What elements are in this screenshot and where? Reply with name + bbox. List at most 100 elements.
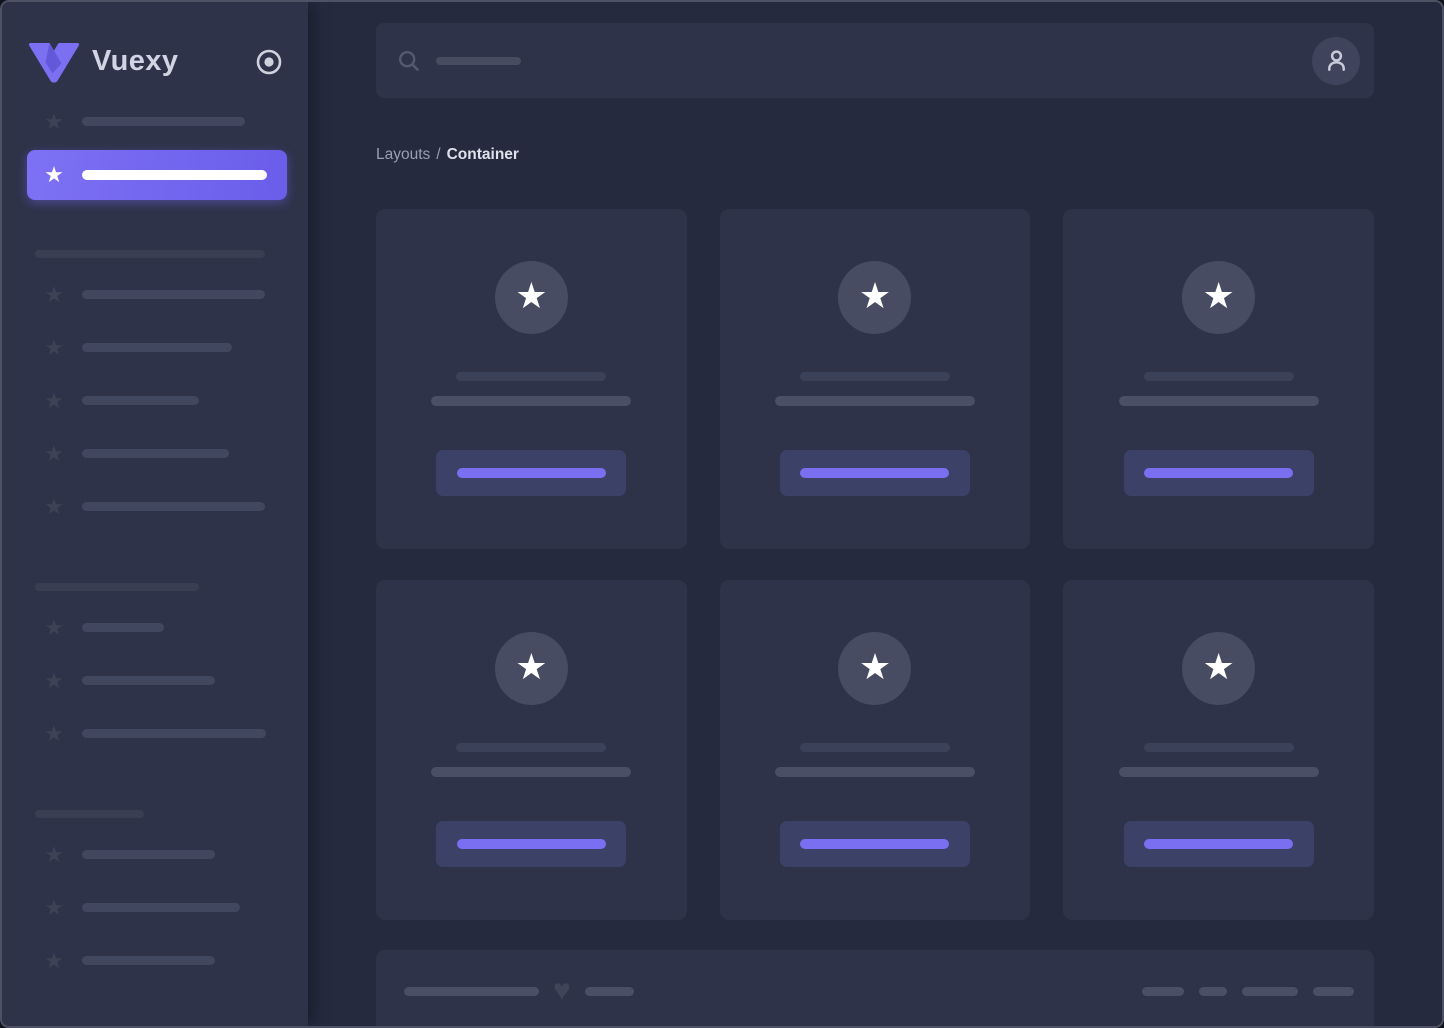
bottom-bar-left: ♥ [404, 976, 634, 1006]
menu-item-label-placeholder [82, 850, 215, 859]
card-title-placeholder [1143, 743, 1294, 752]
radio-circle-icon[interactable] [254, 47, 284, 77]
menu-item-label-placeholder [82, 956, 215, 965]
menu-item-label-placeholder [82, 290, 265, 299]
card-button-label-placeholder [1144, 468, 1294, 478]
footer-text-placeholder [584, 986, 634, 996]
card-button[interactable] [436, 450, 627, 496]
menu-item-label-placeholder [82, 729, 266, 738]
menu-item-label-placeholder [82, 676, 215, 685]
card-subtitle-placeholder [431, 396, 632, 406]
breadcrumb-current: Container [446, 146, 519, 163]
star-avatar: ★ [494, 261, 568, 334]
star-icon: ★ [858, 275, 892, 316]
sidebar-section-divider [35, 805, 308, 823]
logo-text: Vuexy [92, 45, 179, 77]
breadcrumb: Layouts / Container [376, 145, 1374, 164]
card-button-label-placeholder [456, 839, 606, 849]
sidebar-menu-item[interactable]: ★ [2, 321, 308, 374]
card-button[interactable] [1123, 821, 1314, 867]
skeleton-card: ★ [376, 209, 687, 549]
search-bar[interactable] [376, 23, 1374, 98]
card-button-label-placeholder [800, 839, 950, 849]
sidebar-menu-item[interactable]: ★ [2, 881, 308, 934]
menu-item-label-placeholder [82, 170, 267, 180]
section-title-placeholder [35, 250, 265, 258]
star-avatar: ★ [838, 632, 912, 705]
star-icon: ★ [858, 646, 892, 687]
star-icon: ★ [44, 440, 64, 466]
menu-item-label-placeholder [82, 343, 232, 352]
vuexy-logo-icon [28, 42, 80, 83]
footer-link-placeholder [1313, 986, 1354, 996]
content-container: Layouts / Container ★ ★ ★ ★ ★ ★ ♥ [376, 23, 1374, 1026]
footer-link-placeholder [1242, 986, 1298, 996]
sidebar-section-divider [35, 578, 308, 596]
menu-item-label-placeholder [82, 449, 229, 458]
card-button[interactable] [779, 821, 970, 867]
card-button[interactable] [436, 821, 627, 867]
sidebar-menu-item[interactable]: ★ [2, 934, 308, 987]
star-avatar: ★ [838, 261, 912, 334]
sidebar-menu-item[interactable]: ★ [2, 707, 308, 760]
menu-item-label-placeholder [82, 502, 265, 511]
section-title-placeholder [35, 810, 144, 818]
sidebar-menu-item[interactable]: ★ [2, 95, 308, 148]
section-title-placeholder [35, 583, 199, 591]
skeleton-card: ★ [1063, 209, 1374, 549]
star-icon: ★ [44, 108, 64, 134]
footer-text-placeholder [404, 986, 539, 996]
menu-item-label-placeholder [82, 623, 164, 632]
breadcrumb-parent[interactable]: Layouts [376, 146, 430, 163]
person-icon [1327, 50, 1345, 71]
card-subtitle-placeholder [774, 396, 975, 406]
card-button-label-placeholder [456, 468, 606, 478]
sidebar-menu-item-active[interactable]: ★ [27, 150, 287, 200]
card-button-label-placeholder [800, 468, 950, 478]
card-subtitle-placeholder [431, 767, 632, 777]
sidebar-menu-item[interactable]: ★ [2, 601, 308, 654]
menu-item-label-placeholder [82, 396, 199, 405]
card-title-placeholder [799, 372, 950, 381]
card-subtitle-placeholder [774, 767, 975, 777]
card-title-placeholder [456, 743, 607, 752]
sidebar-menu-item[interactable]: ★ [2, 654, 308, 707]
card-title-placeholder [1143, 372, 1294, 381]
heart-icon: ♥ [553, 974, 571, 1007]
star-icon: ★ [515, 275, 548, 316]
card-button[interactable] [1123, 450, 1314, 496]
star-avatar: ★ [1182, 632, 1256, 705]
skeleton-card: ★ [376, 580, 687, 920]
bottom-bar: ♥ [376, 950, 1374, 1026]
star-icon: ★ [44, 841, 64, 867]
sidebar-menu-item[interactable]: ★ [2, 480, 308, 533]
menu-item-label-placeholder [82, 903, 240, 912]
footer-link-placeholder [1199, 986, 1227, 996]
search-icon [398, 50, 420, 72]
star-avatar: ★ [494, 632, 568, 705]
footer-link-placeholder [1142, 986, 1184, 996]
star-icon: ★ [44, 947, 64, 973]
card-title-placeholder [799, 743, 950, 752]
skeleton-card: ★ [1063, 580, 1374, 920]
sidebar-menu-item[interactable]: ★ [2, 374, 308, 427]
app-window: Vuexy ★ ★ ★ ★ ★ ★ ★ ★ ★ ★ ★ ★ ★ Layouts … [0, 0, 1444, 1028]
star-icon: ★ [1202, 275, 1235, 316]
breadcrumb-separator: / [436, 146, 441, 163]
user-avatar-button[interactable] [1312, 36, 1360, 85]
card-button[interactable] [779, 450, 970, 496]
star-icon: ★ [44, 493, 64, 519]
star-icon: ★ [44, 162, 64, 187]
star-icon: ★ [44, 667, 64, 693]
bottom-bar-right [1127, 980, 1354, 1002]
card-title-placeholder [456, 372, 607, 381]
card-button-label-placeholder [1144, 839, 1294, 849]
sidebar-menu: ★ ★ ★ ★ ★ ★ ★ ★ ★ ★ ★ ★ ★ [2, 95, 308, 987]
sidebar-menu-item[interactable]: ★ [2, 828, 308, 881]
star-icon: ★ [1202, 646, 1235, 687]
star-icon: ★ [44, 894, 64, 920]
sidebar-menu-item[interactable]: ★ [2, 268, 308, 321]
card-subtitle-placeholder [1118, 396, 1319, 406]
menu-item-label-placeholder [82, 117, 245, 126]
sidebar-menu-item[interactable]: ★ [2, 427, 308, 480]
